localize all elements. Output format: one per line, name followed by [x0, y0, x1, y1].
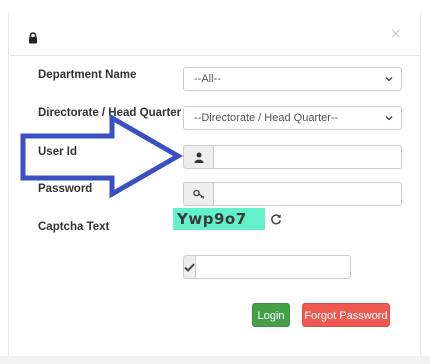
directorate-select[interactable]: --Directorate / Head Quarter-- — [183, 106, 402, 130]
modal-header: × — [10, 12, 420, 56]
page-edge-right — [420, 12, 421, 356]
user-id-group — [183, 145, 402, 169]
page-bottom-strip — [0, 356, 430, 364]
user-id-input[interactable] — [213, 145, 402, 169]
captcha-label: Captcha Text — [38, 221, 110, 233]
forgot-password-button[interactable]: Forgot Password — [302, 303, 390, 327]
captcha-image: Ywp9o7 — [173, 208, 265, 230]
captcha-answer-group — [183, 255, 351, 279]
refresh-icon[interactable] — [270, 213, 282, 225]
page-edge-left — [8, 12, 9, 356]
password-label: Password — [38, 183, 93, 195]
user-icon — [183, 145, 213, 169]
user-id-label: User Id — [38, 146, 77, 158]
chevron-down-icon — [385, 77, 393, 82]
department-select[interactable]: --All-- — [183, 67, 402, 91]
department-selected-value: --All-- — [194, 73, 221, 85]
directorate-label: Directorate / Head Quarter — [38, 107, 182, 119]
checkmark-icon — [183, 255, 195, 279]
login-button[interactable]: Login — [252, 303, 290, 327]
chevron-down-icon — [385, 116, 393, 121]
password-group — [183, 182, 402, 206]
department-label: Department Name — [38, 69, 137, 81]
close-icon[interactable]: × — [390, 26, 402, 42]
lock-icon — [29, 32, 37, 44]
directorate-selected-value: --Directorate / Head Quarter-- — [194, 112, 339, 124]
password-input[interactable] — [213, 182, 402, 206]
key-icon — [183, 182, 213, 206]
captcha-answer-input[interactable] — [195, 255, 351, 279]
